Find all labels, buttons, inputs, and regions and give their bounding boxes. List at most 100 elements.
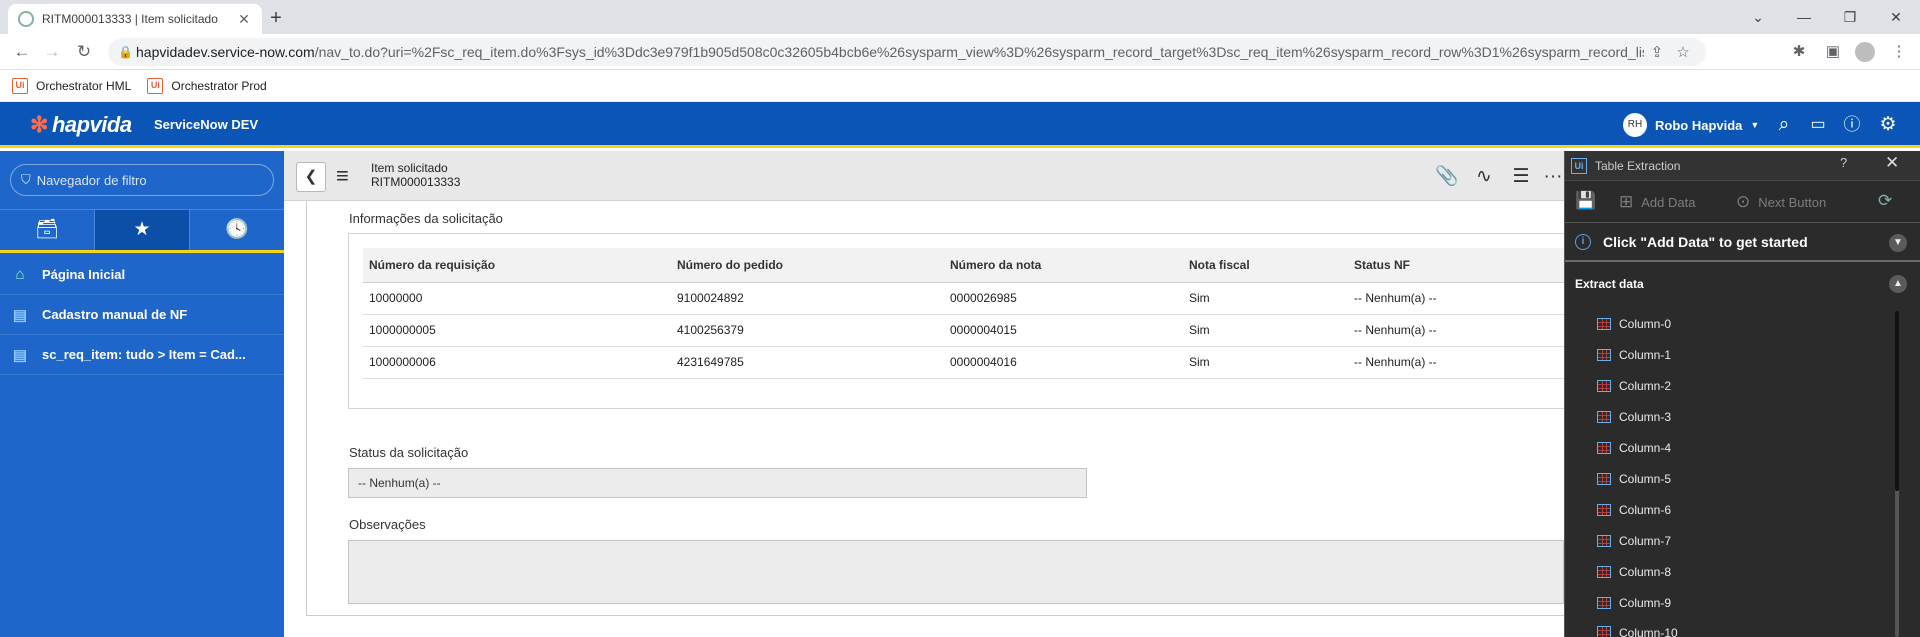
tab-title: RITM000013333 | Item solicitado <box>42 12 218 26</box>
servicenow-header: ✻ hapvida ServiceNow DEV RH Robo Hapvida… <box>0 102 1920 148</box>
help-button[interactable]: ? <box>1840 155 1847 170</box>
column-item[interactable]: Column-4 <box>1597 432 1671 463</box>
reload-icon[interactable]: ↻ <box>72 40 96 64</box>
form-title-block: Item solicitado RITM000013333 <box>371 161 460 189</box>
hapvida-logo[interactable]: ✻ hapvida <box>30 112 132 138</box>
column-item[interactable]: Column-5 <box>1597 463 1671 494</box>
share-icon[interactable]: ⇪ <box>1644 43 1670 61</box>
bookmark-star-icon[interactable]: ☆ <box>1670 43 1696 61</box>
minimize-button[interactable]: — <box>1781 0 1827 34</box>
column-header: Número da nota <box>944 248 1183 283</box>
column-item[interactable]: Column-8 <box>1597 556 1671 587</box>
refresh-icon[interactable]: ⟳ <box>1878 191 1892 211</box>
nav-item-cadastro-manual[interactable]: ▤ Cadastro manual de NF <box>0 295 284 335</box>
panel-scrollbar[interactable] <box>1895 311 1899 637</box>
section-label: Informações da solicitação <box>349 211 503 226</box>
column-item[interactable]: Column-3 <box>1597 401 1671 432</box>
browser-tab[interactable]: RITM000013333 | Item solicitado ✕ <box>8 4 262 34</box>
column-item[interactable]: Column-0 <box>1597 308 1671 339</box>
context-menu-icon[interactable]: ≡ <box>336 163 349 189</box>
uipath-icon: Ui <box>147 77 164 94</box>
tab-all-applications[interactable]: 🗃 <box>0 210 94 250</box>
column-label: Column-7 <box>1619 533 1672 548</box>
next-button-label: Next Button <box>1758 194 1827 210</box>
next-button-button[interactable]: ⊙ Next Button <box>1736 192 1826 212</box>
section-title: Extract data <box>1575 277 1644 291</box>
table-column-icon <box>1597 317 1611 330</box>
notes-textarea[interactable] <box>348 540 1564 604</box>
column-label: Column-10 <box>1619 626 1678 637</box>
extensions-icon[interactable]: ✱ <box>1786 40 1812 64</box>
table-column-icon <box>1597 379 1611 392</box>
profile-avatar[interactable] <box>1852 40 1878 64</box>
more-options-icon[interactable]: ··· <box>1540 165 1566 189</box>
column-item[interactable]: Column-2 <box>1597 370 1671 401</box>
back-button[interactable]: ❮ <box>296 162 326 192</box>
save-floppy-icon: 💾 <box>1575 191 1597 210</box>
record-number: RITM000013333 <box>371 175 461 189</box>
column-header: Número da requisição <box>363 248 671 283</box>
chevron-up-icon[interactable]: ▲ <box>1889 275 1907 293</box>
table-cell: 4100256379 <box>671 314 944 347</box>
column-label: Column-4 <box>1619 440 1672 455</box>
tab-search-chevron-icon[interactable]: ⌄ <box>1735 0 1781 34</box>
forward-arrow-icon[interactable]: → <box>40 40 64 64</box>
user-menu[interactable]: RH Robo Hapvida ▼ <box>1623 113 1759 137</box>
table-cell: -- Nenhum(a) -- <box>1348 282 1565 315</box>
help-icon[interactable]: ⓘ <box>1840 113 1864 137</box>
new-tab-button[interactable]: + <box>262 4 290 32</box>
tab-favorites[interactable]: ★ <box>94 210 190 250</box>
search-icon[interactable]: ⌕ <box>1772 113 1796 137</box>
url-input[interactable]: 🔒 hapvidadev.service-now.com/nav_to.do?u… <box>108 38 1706 66</box>
back-arrow-icon[interactable]: ← <box>10 40 34 64</box>
address-bar-row: ← → ↻ 🔒 hapvidadev.service-now.com/nav_t… <box>0 34 1920 70</box>
close-panel-icon[interactable]: ✕ <box>1885 153 1899 173</box>
table-extraction-panel: Ui Table Extraction ? ✕ 💾 ⊞ Add Data ⊙ N… <box>1564 151 1920 637</box>
attachment-paperclip-icon[interactable]: 📎 <box>1434 165 1460 189</box>
filter-navigator-input[interactable]: ⛉ Navegador de filtro <box>10 164 274 196</box>
nav-item-sc-req-item[interactable]: ▤ sc_req_item: tudo > Item = Cad... <box>0 335 284 375</box>
settings-gear-icon[interactable]: ⚙ <box>1876 113 1900 137</box>
chevron-down-icon[interactable]: ▼ <box>1889 234 1907 252</box>
column-item[interactable]: Column-7 <box>1597 525 1671 556</box>
extract-data-section-header[interactable]: Extract data ▲ <box>1565 265 1920 303</box>
table-cell: 10000000 <box>363 282 671 315</box>
side-panel-icon[interactable]: ▣ <box>1820 40 1846 64</box>
add-data-icon: ⊞ <box>1619 192 1634 211</box>
servicenow-favicon-icon <box>18 11 34 27</box>
hapvida-flower-icon: ✻ <box>30 112 48 137</box>
bookmark-label: Orchestrator Prod <box>171 78 267 93</box>
table-column-icon <box>1597 410 1611 423</box>
filter-placeholder: Navegador de filtro <box>36 172 147 188</box>
bookmark-orchestrator-hml[interactable]: Ui Orchestrator HML <box>12 77 131 94</box>
bookmark-orchestrator-prod[interactable]: Ui Orchestrator Prod <box>147 77 267 94</box>
column-item[interactable]: Column-9 <box>1597 587 1671 618</box>
table-cell: -- Nenhum(a) -- <box>1348 346 1565 379</box>
column-item[interactable]: Column-1 <box>1597 339 1671 370</box>
column-item[interactable]: Column-10 <box>1597 618 1678 637</box>
close-window-button[interactable]: ✕ <box>1873 0 1919 34</box>
panel-title-bar: Ui Table Extraction <box>1565 151 1920 181</box>
info-text: Click "Add Data" to get started <box>1603 234 1808 250</box>
home-icon: ⌂ <box>15 266 25 283</box>
save-button[interactable]: 💾 <box>1575 191 1596 211</box>
chat-icon[interactable]: ▭ <box>1806 113 1830 137</box>
notes-label: Observações <box>349 517 426 532</box>
personalize-sliders-icon[interactable]: ☰ <box>1508 165 1534 189</box>
add-data-button[interactable]: ⊞ Add Data <box>1619 192 1695 212</box>
column-label: Column-1 <box>1619 347 1672 362</box>
activity-stream-icon[interactable]: ∿ <box>1471 165 1497 189</box>
browser-tab-bar: RITM000013333 | Item solicitado ✕ + ⌄ — … <box>0 0 1920 34</box>
request-info-table: Número da requisição Número do pedido Nú… <box>363 248 1565 379</box>
table-cell: 0000004015 <box>944 314 1183 347</box>
close-tab-icon[interactable]: ✕ <box>236 11 252 28</box>
column-item[interactable]: Column-6 <box>1597 494 1671 525</box>
browser-menu-icon[interactable]: ⋮ <box>1886 40 1912 64</box>
status-select[interactable]: -- Nenhum(a) -- <box>348 468 1087 498</box>
table-cell: Sim <box>1183 346 1348 379</box>
tab-history[interactable]: 🕓 <box>190 210 284 250</box>
nav-item-pagina-inicial[interactable]: ⌂ Página Inicial <box>0 255 284 295</box>
panel-toolbar: 💾 ⊞ Add Data ⊙ Next Button ⟳ <box>1565 181 1920 223</box>
scrollbar-thumb[interactable] <box>1895 311 1899 491</box>
restore-button[interactable]: ❐ <box>1827 0 1873 34</box>
